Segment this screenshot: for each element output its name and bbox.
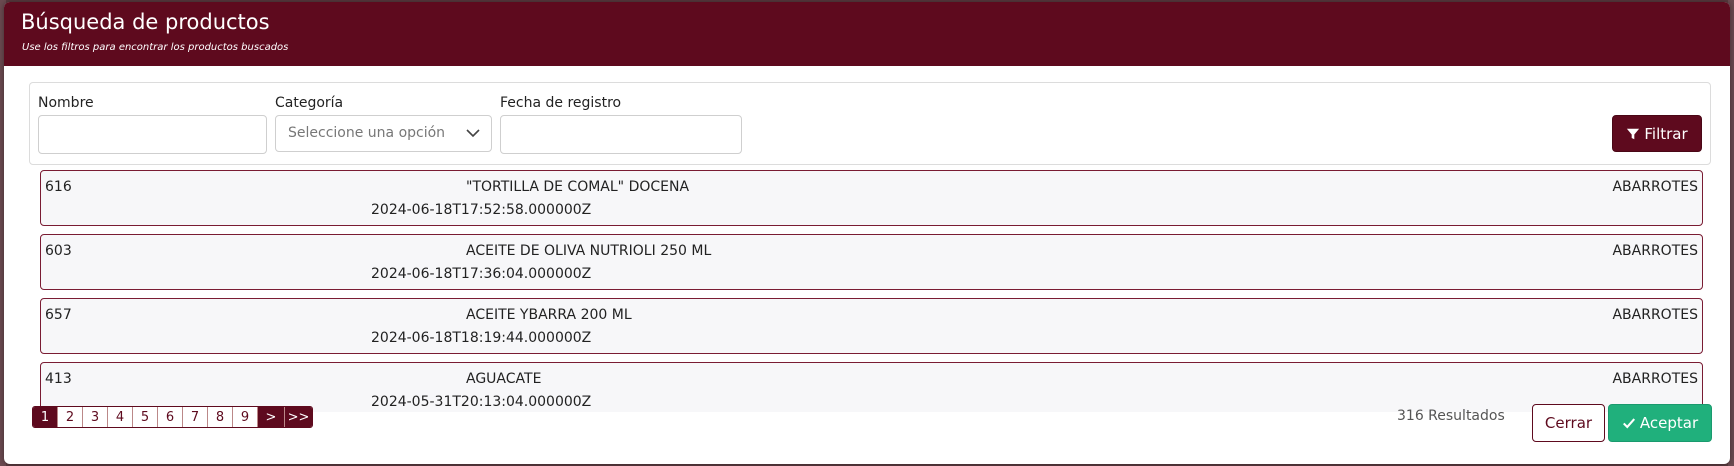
result-category: ABARROTES: [1612, 371, 1698, 387]
filter-icon: [1627, 128, 1640, 139]
page-5[interactable]: 5: [133, 407, 158, 427]
result-item[interactable]: 413 AGUACATE 2024-05-31T20:13:04.000000Z…: [40, 362, 1703, 412]
category-label: Categoría: [275, 95, 344, 111]
result-name: ACEITE YBARRA 200 ML: [466, 307, 632, 323]
filter-button[interactable]: Filtrar: [1612, 115, 1702, 152]
result-id: 616: [45, 179, 72, 195]
result-id: 603: [45, 243, 72, 259]
result-date: 2024-05-31T20:13:04.000000Z: [371, 394, 592, 410]
result-id: 413: [45, 371, 72, 387]
pagination: 1 2 3 4 5 6 7 8 9 > >>: [32, 406, 313, 428]
date-input[interactable]: [500, 115, 742, 154]
modal-header: Búsqueda de productos Use los filtros pa…: [4, 2, 1730, 66]
page-6[interactable]: 6: [158, 407, 183, 427]
page-3[interactable]: 3: [83, 407, 108, 427]
filter-button-label: Filtrar: [1644, 124, 1688, 143]
result-id: 657: [45, 307, 72, 323]
modal-subtitle: Use los filtros para encontrar los produ…: [22, 42, 289, 53]
result-date: 2024-06-18T17:52:58.000000Z: [371, 202, 592, 218]
result-item[interactable]: 616 "TORTILLA DE COMAL" DOCENA 2024-06-1…: [40, 170, 1703, 226]
results-count: 316 Resultados: [1397, 408, 1505, 424]
result-name: "TORTILLA DE COMAL" DOCENA: [466, 179, 690, 195]
category-select[interactable]: Seleccione una opción: [275, 115, 492, 152]
last-page-button[interactable]: >>: [285, 407, 312, 427]
chevron-down-icon: [466, 129, 480, 138]
next-page-button[interactable]: >: [258, 407, 285, 427]
results-list: 616 "TORTILLA DE COMAL" DOCENA 2024-06-1…: [36, 170, 1706, 412]
product-search-modal: Búsqueda de productos Use los filtros pa…: [4, 2, 1730, 464]
page-2[interactable]: 2: [58, 407, 83, 427]
page-1[interactable]: 1: [33, 407, 58, 427]
result-name: ACEITE DE OLIVA NUTRIOLI 250 ML: [466, 243, 712, 259]
category-select-placeholder: Seleccione una opción: [288, 125, 446, 141]
accept-button-label: Aceptar: [1639, 414, 1699, 432]
result-category: ABARROTES: [1612, 243, 1698, 259]
result-date: 2024-06-18T18:19:44.000000Z: [371, 330, 592, 346]
date-label: Fecha de registro: [500, 95, 622, 111]
name-label: Nombre: [38, 95, 94, 111]
result-item[interactable]: 603 ACEITE DE OLIVA NUTRIOLI 250 ML 2024…: [40, 234, 1703, 290]
filter-panel: Nombre Categoría Seleccione una opción F…: [29, 82, 1711, 165]
result-item[interactable]: 657 ACEITE YBARRA 200 ML 2024-06-18T18:1…: [40, 298, 1703, 354]
result-category: ABARROTES: [1612, 179, 1698, 195]
page-9[interactable]: 9: [233, 407, 258, 427]
name-input[interactable]: [38, 115, 267, 154]
page-7[interactable]: 7: [183, 407, 208, 427]
result-category: ABARROTES: [1612, 307, 1698, 323]
modal-title: Búsqueda de productos: [21, 10, 270, 34]
page-4[interactable]: 4: [108, 407, 133, 427]
result-date: 2024-06-18T17:36:04.000000Z: [371, 266, 592, 282]
page-8[interactable]: 8: [208, 407, 233, 427]
accept-button[interactable]: Aceptar: [1608, 404, 1712, 442]
check-icon: [1622, 418, 1635, 429]
result-name: AGUACATE: [466, 371, 542, 387]
close-button[interactable]: Cerrar: [1532, 404, 1605, 442]
